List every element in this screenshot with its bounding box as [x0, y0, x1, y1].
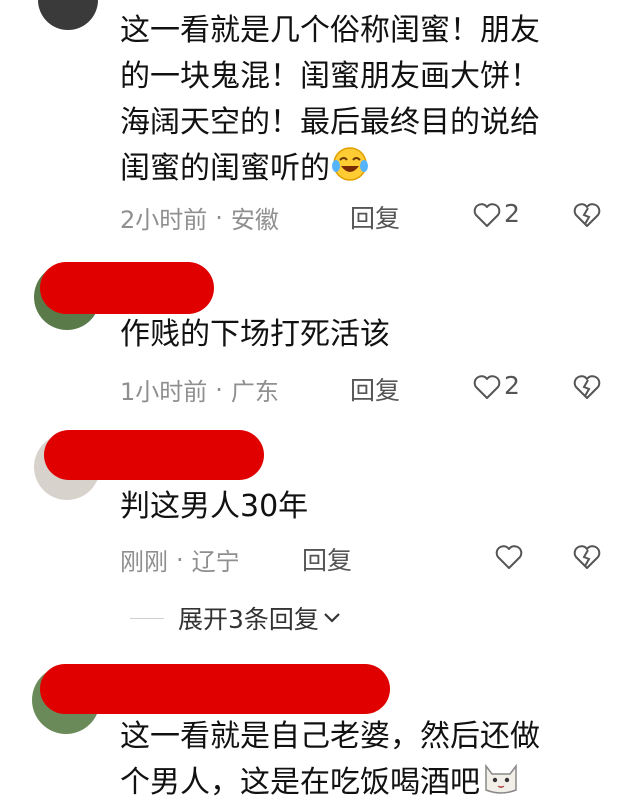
chevron-down-icon [323, 609, 341, 628]
cat-emoji [480, 760, 522, 810]
redacted-username [44, 430, 264, 480]
comment-meta: 1小时前 · 广东 [120, 372, 279, 407]
comment-meta: 刚刚 · 辽宁 [120, 542, 240, 577]
comment-time: 1小时前 [120, 378, 208, 406]
reply-button[interactable]: 回复 [350, 199, 400, 235]
avatar[interactable] [38, 0, 98, 30]
comment-text: 判这男人30年 [120, 489, 309, 524]
laughing-tears-emoji [330, 146, 370, 196]
dislike-icon[interactable] [572, 202, 602, 232]
like-icon[interactable] [472, 374, 502, 404]
dislike-icon[interactable] [572, 544, 602, 574]
comment-location: 辽宁 [191, 548, 240, 576]
comment-time: 刚刚 [120, 548, 168, 576]
comment-time: 2小时前 [120, 206, 208, 234]
like-count: 2 [504, 371, 520, 400]
divider [130, 617, 164, 619]
reply-button[interactable]: 回复 [302, 541, 352, 577]
comment-location: 广东 [230, 378, 279, 406]
expand-replies-button[interactable]: 展开3条回复 [130, 600, 341, 636]
like-icon[interactable] [472, 202, 502, 232]
comment-text: 这一看就是几个俗称闺蜜！朋友 的一块鬼混！闺蜜朋友画大饼！ 海阔天空的！最后最终… [120, 8, 540, 196]
comment-location: 安徽 [230, 206, 279, 234]
redacted-username [40, 262, 214, 314]
expand-replies-label: 展开3条回复 [178, 605, 319, 634]
reply-button[interactable]: 回复 [350, 371, 400, 407]
comment-text: 作贱的下场打死活该 [120, 317, 390, 352]
dislike-icon[interactable] [572, 374, 602, 404]
like-count: 2 [504, 199, 520, 228]
redacted-username [40, 664, 390, 714]
comment-text: 这一看就是自己老婆，然后还做 个男人，这是在吃饭喝酒吧 [120, 714, 540, 810]
like-icon[interactable] [494, 544, 524, 574]
comment-meta: 2小时前 · 安徽 [120, 200, 279, 235]
